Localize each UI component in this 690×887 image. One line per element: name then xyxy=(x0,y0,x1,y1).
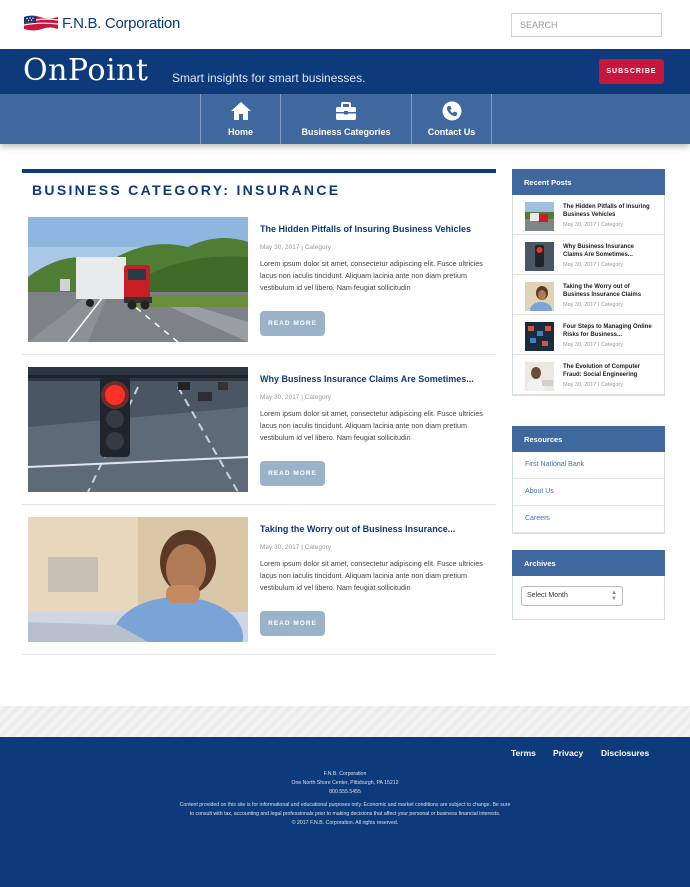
read-more-button[interactable]: READ MORE xyxy=(260,461,325,486)
resource-link-careers[interactable]: Careers xyxy=(513,506,664,533)
post-image-worried-woman[interactable] xyxy=(28,517,248,642)
archives-body: Select Month ▲ ▼ xyxy=(512,576,665,620)
post-body: Taking the Worry out of Business Insuran… xyxy=(260,524,490,636)
logo-text: F.N.B. Corporation xyxy=(62,14,180,32)
recent-post-meta: May 30, 2017 | Category xyxy=(563,342,624,348)
recent-post-item[interactable]: Four Steps to Managing Online Risks for … xyxy=(513,315,664,355)
post-excerpt: Lorem ipsum dolor sit amet, consectetur … xyxy=(260,259,483,292)
select-arrows-icon: ▲ ▼ xyxy=(611,590,617,602)
recent-post-thumb xyxy=(525,322,554,351)
recent-post-title: Four Steps to Managing Online Risks for … xyxy=(563,324,652,338)
recent-post-thumb xyxy=(525,282,554,311)
post-title[interactable]: The Hidden Pitfalls of Insuring Business… xyxy=(260,224,490,234)
nav-label-contact-us: Contact Us xyxy=(427,127,476,137)
recent-post-meta: May 30, 2017 | Category xyxy=(563,382,624,388)
recent-posts-widget: Recent Posts The Hidden Pitfalls of Insu… xyxy=(512,169,665,396)
recent-post-thumb xyxy=(525,242,554,271)
recent-post-thumb xyxy=(525,362,554,391)
recent-post-meta: May 30, 2017 | Category xyxy=(563,302,624,308)
recent-posts-heading: Recent Posts xyxy=(512,169,665,195)
recent-post-item[interactable]: The Evolution of Computer Fraud: Social … xyxy=(513,355,664,395)
category-heading: BUSINESS CATEGORY: INSURANCE xyxy=(22,169,496,209)
home-icon xyxy=(230,101,252,121)
post-meta: May 30, 2017 | Category xyxy=(260,394,332,401)
footer-address: One North Shore Center, Pittsburgh, PA 1… xyxy=(291,780,399,786)
tagline: Smart insights for smart businesses. xyxy=(172,71,366,85)
post-meta: May 30, 2017 | Category xyxy=(260,244,332,251)
footer-copyright: © 2017 F.N.B. Corporation. All rights re… xyxy=(291,820,399,826)
main-content: BUSINESS CATEGORY: INSURANCE The Hidden … xyxy=(22,169,496,655)
recent-post-meta: May 30, 2017 | Category xyxy=(563,262,624,268)
footer-company: F.N.B. Corporation xyxy=(323,771,367,777)
post-body: Why Business Insurance Claims Are Someti… xyxy=(260,374,490,486)
resources-heading: Resources xyxy=(512,426,665,452)
footer-link-disclosures[interactable]: Disclosures xyxy=(601,748,649,758)
flag-logo-icon xyxy=(23,15,59,31)
recent-post-item[interactable]: Why Business Insurance Claims Are Someti… xyxy=(513,235,664,275)
post-title[interactable]: Why Business Insurance Claims Are Someti… xyxy=(260,374,490,384)
recent-post-item[interactable]: Taking the Worry out of Business Insuran… xyxy=(513,275,664,315)
footer-phone[interactable]: 800.555.5455 xyxy=(0,788,690,797)
nav-item-business-categories[interactable]: Business Categories xyxy=(280,94,411,144)
recent-posts-list: The Hidden Pitfalls of Insuring Business… xyxy=(512,195,665,396)
fnb-logo[interactable]: F.N.B. Corporation xyxy=(22,14,180,32)
post-excerpt: Lorem ipsum dolor sit amet, consectetur … xyxy=(260,409,483,442)
recent-post-title: The Evolution of Computer Fraud: Social … xyxy=(563,364,640,378)
post-meta: May 30, 2017 | Category xyxy=(260,544,332,551)
nav-label-business-categories: Business Categories xyxy=(301,127,391,137)
post-title[interactable]: Taking the Worry out of Business Insuran… xyxy=(260,524,490,534)
footer-pattern xyxy=(0,706,690,737)
nav-label-home: Home xyxy=(227,127,253,137)
read-more-button[interactable]: READ MORE xyxy=(260,611,325,636)
post-image-truck[interactable] xyxy=(28,217,248,342)
recent-post-thumb xyxy=(525,202,554,231)
footer-disclaimer-line-2: to consult with tax, accounting and lega… xyxy=(189,811,501,817)
footer: Terms Privacy Disclosures F.N.B. Corpora… xyxy=(0,737,690,887)
resources-widget: Resources First National Bank About Us C… xyxy=(512,426,665,534)
archive-month-select[interactable]: Select Month ▲ ▼ xyxy=(521,586,623,606)
footer-link-privacy[interactable]: Privacy xyxy=(553,748,583,758)
post-image-traffic-light[interactable] xyxy=(28,367,248,492)
resource-link-first-national-bank[interactable]: First National Bank xyxy=(513,452,664,479)
post-excerpt: Lorem ipsum dolor sit amet, consectetur … xyxy=(260,559,483,592)
archives-heading: Archives xyxy=(512,550,665,576)
nav-item-home[interactable]: Home xyxy=(200,94,280,144)
search-input[interactable]: SEARCH xyxy=(511,13,662,37)
archives-widget: Archives Select Month ▲ ▼ xyxy=(512,550,665,620)
footer-link-terms[interactable]: Terms xyxy=(511,748,536,758)
resource-link-about-us[interactable]: About Us xyxy=(513,479,664,506)
hero-band: OnPoint Smart insights for smart busines… xyxy=(0,49,690,94)
briefcase-icon xyxy=(335,101,357,121)
post-card: Taking the Worry out of Business Insuran… xyxy=(22,505,496,655)
resources-list: First National Bank About Us Careers xyxy=(512,452,665,534)
main-nav: Home Business Categories Contact Us xyxy=(0,94,690,144)
top-bar: F.N.B. Corporation SEARCH xyxy=(0,0,690,49)
recent-post-item[interactable]: The Hidden Pitfalls of Insuring Business… xyxy=(513,195,664,235)
nav-item-contact-us[interactable]: Contact Us xyxy=(411,94,491,144)
archive-select-value: Select Month xyxy=(527,592,568,599)
post-body: The Hidden Pitfalls of Insuring Business… xyxy=(260,224,490,336)
read-more-button[interactable]: READ MORE xyxy=(260,311,325,336)
recent-post-title: The Hidden Pitfalls of Insuring Business… xyxy=(563,204,650,218)
recent-post-meta: May 30, 2017 | Category xyxy=(563,222,624,228)
brand-title[interactable]: OnPoint xyxy=(23,53,148,88)
nav-divider xyxy=(491,94,492,144)
post-card: Why Business Insurance Claims Are Someti… xyxy=(22,355,496,505)
recent-post-title: Why Business Insurance Claims Are Someti… xyxy=(563,244,635,258)
post-card: The Hidden Pitfalls of Insuring Business… xyxy=(22,213,496,355)
subscribe-button[interactable]: SUBSCRIBE xyxy=(599,59,664,84)
phone-icon xyxy=(442,101,462,121)
recent-post-title: Taking the Worry out of Business Insuran… xyxy=(563,284,642,298)
footer-disclaimer-line-1: Content provided on this site is for inf… xyxy=(179,802,511,808)
